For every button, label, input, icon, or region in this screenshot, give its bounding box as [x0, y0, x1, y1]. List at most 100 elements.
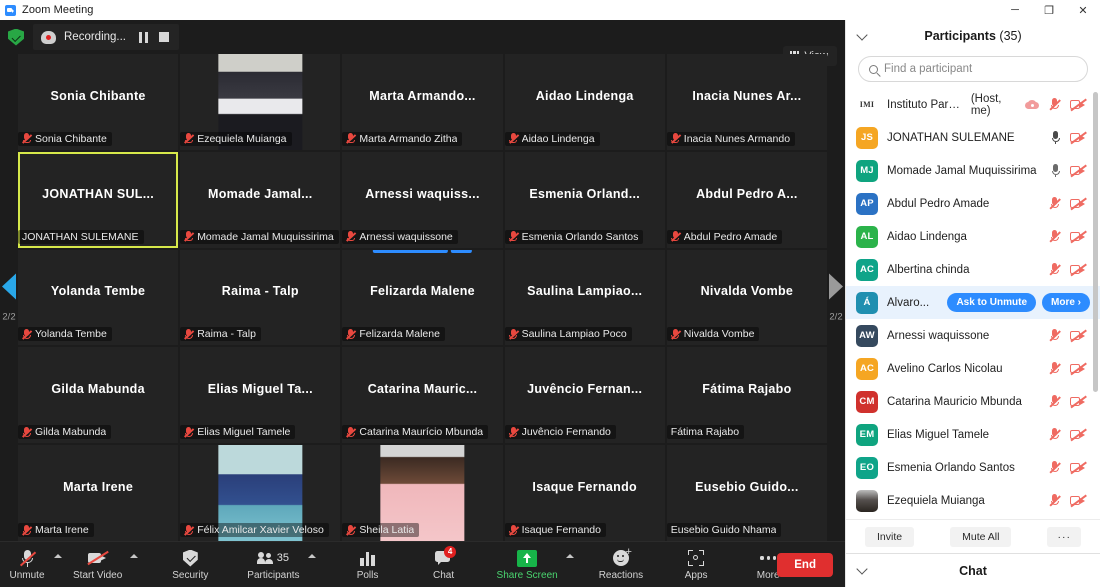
video-tile[interactable]: Sheila Latia [342, 445, 503, 541]
end-meeting-button[interactable]: End [777, 552, 833, 577]
chat-section-header[interactable]: Chat [846, 553, 1100, 587]
microphone-muted-icon[interactable] [1049, 494, 1061, 507]
polls-button[interactable]: Polls [341, 542, 395, 587]
ask-to-unmute-button[interactable]: Ask to Unmute [373, 249, 448, 253]
tile-footer: Saulina Lampiao Poco [504, 327, 632, 342]
participant-row[interactable]: MJ Momade Jamal Muquissirima [846, 154, 1100, 187]
video-tile[interactable]: Ask to Unmute··· Felizarda Malene Felizard… [342, 249, 503, 346]
participant-row[interactable]: CM Catarina Mauricio Mbunda [846, 385, 1100, 418]
microphone-muted-icon[interactable] [1049, 263, 1061, 276]
video-tile[interactable]: Marta Irene Marta Irene [18, 445, 179, 541]
camera-off-icon[interactable] [1070, 98, 1087, 111]
video-tile[interactable]: Raima - Talp Raima - Talp [180, 249, 341, 346]
window-title: Zoom Meeting [22, 4, 94, 16]
unmute-button[interactable]: Unmute [0, 542, 54, 587]
video-tile[interactable]: Yolanda Tembe Yolanda Tembe [18, 249, 179, 346]
camera-off-icon[interactable] [1070, 329, 1087, 342]
search-input[interactable]: Find a participant [858, 56, 1088, 82]
video-tile[interactable]: Nivalda Vombe Nivalda Vombe [666, 249, 827, 346]
microphone-muted-icon[interactable] [1049, 362, 1061, 375]
participant-row[interactable]: AC Avelino Carlos Nicolau [846, 352, 1100, 385]
video-tile[interactable]: Abdul Pedro A... Abdul Pedro Amade [666, 151, 827, 248]
video-tile[interactable]: JONATHAN SUL... JONATHAN SULEMANE [18, 151, 179, 248]
minimize-button[interactable]: ─ [998, 0, 1032, 20]
close-button[interactable]: ✕ [1066, 0, 1100, 20]
microphone-on-icon[interactable] [1051, 131, 1060, 144]
video-tile[interactable]: Marta Armando... Marta Armando Zitha [342, 54, 503, 150]
video-tile[interactable]: Isaque Fernando Isaque Fernando [504, 445, 665, 541]
video-tile[interactable]: Catarina Mauric... Catarina Maurício Mbun… [342, 347, 503, 444]
camera-off-icon[interactable] [1070, 131, 1087, 144]
gallery-next-page[interactable]: 2/2 [827, 273, 845, 322]
participant-row[interactable]: AL Aidao Lindenga [846, 220, 1100, 253]
participants-more-button[interactable]: ··· [1047, 526, 1081, 547]
tile-more-button[interactable]: ··· [450, 249, 472, 253]
video-tile[interactable]: Saulina Lampiao... Saulina Lampiao Poco [504, 249, 665, 346]
ask-to-unmute-button[interactable]: Ask to Unmute [947, 293, 1036, 312]
video-tile[interactable]: Aidao Lindenga Aidao Lindenga [504, 54, 665, 150]
camera-off-icon[interactable] [1070, 230, 1087, 243]
participants-button[interactable]: 35 Participants [239, 542, 307, 587]
share-options-caret[interactable] [565, 542, 577, 587]
video-tile[interactable]: Momade Jamal... Momade Jamal Muquissirima [180, 151, 341, 248]
participant-row[interactable]: EM Elias Miguel Tamele [846, 418, 1100, 451]
camera-off-icon[interactable] [1070, 494, 1087, 507]
participant-row[interactable]: JS JONATHAN SULEMANE [846, 121, 1100, 154]
invite-button[interactable]: Invite [865, 526, 915, 547]
maximize-button[interactable]: ❐ [1032, 0, 1066, 20]
participant-row[interactable]: EO Esmenia Orlando Santos [846, 451, 1100, 484]
camera-off-icon[interactable] [1070, 164, 1087, 177]
participant-list-scrollbar[interactable] [1093, 92, 1098, 392]
stop-icon[interactable] [159, 32, 170, 42]
participants-options-caret[interactable] [307, 542, 319, 587]
participant-row[interactable]: AP Abdul Pedro Amade [846, 187, 1100, 220]
participant-row[interactable]: AC Albertina chinda [846, 253, 1100, 286]
start-video-button[interactable]: Start Video [65, 542, 130, 587]
video-tile[interactable]: Juvêncio Fernan... Juvêncio Fernando [504, 347, 665, 444]
camera-off-icon[interactable] [1070, 362, 1087, 375]
security-button[interactable]: Security [163, 542, 217, 587]
participant-list[interactable]: IMI Instituto Para D... (Host, me) JS JONATH… [846, 88, 1100, 519]
pause-icon[interactable] [139, 31, 148, 43]
microphone-muted-icon[interactable] [1049, 230, 1061, 243]
chat-button[interactable]: 4 Chat [417, 542, 471, 587]
microphone-muted-icon[interactable] [1049, 329, 1061, 342]
video-tile[interactable]: Gilda Mabunda Gilda Mabunda [18, 347, 179, 444]
video-tile[interactable]: Arnessi waquiss... Arnessi waquissone [342, 151, 503, 248]
camera-off-icon[interactable] [1070, 197, 1087, 210]
participant-row[interactable]: IMI Instituto Para D... (Host, me) [846, 88, 1100, 121]
participant-row[interactable]: Ezequiela Muianga [846, 484, 1100, 517]
video-tile[interactable]: Fátima Rajabo Fátima Rajabo [666, 347, 827, 444]
tile-footer: Inacia Nunes Armando [666, 131, 796, 146]
microphone-muted-icon[interactable] [1049, 197, 1061, 210]
video-tile[interactable]: Inacia Nunes Ar... Inacia Nunes Armando [666, 54, 827, 150]
camera-off-icon[interactable] [1070, 263, 1087, 276]
camera-off-icon[interactable] [1070, 395, 1087, 408]
participant-host-tag: (Host, me) [970, 92, 1002, 117]
video-tile[interactable]: Félix Amilcar Xavier Veloso [180, 445, 341, 541]
share-screen-button[interactable]: Share Screen [489, 542, 566, 587]
audio-options-caret[interactable] [54, 542, 65, 587]
microphone-muted-icon[interactable] [1049, 428, 1061, 441]
microphone-muted-icon [508, 524, 519, 536]
microphone-muted-icon[interactable] [1049, 395, 1061, 408]
gallery-prev-page[interactable]: 2/2 [0, 273, 18, 322]
apps-button[interactable]: Apps [669, 542, 723, 587]
microphone-muted-icon [184, 524, 195, 536]
camera-off-icon[interactable] [1070, 461, 1087, 474]
microphone-muted-icon[interactable] [1049, 98, 1061, 111]
video-tile[interactable]: Sonia Chibante Sonia Chibante [18, 54, 179, 150]
microphone-on-icon[interactable] [1051, 164, 1060, 177]
microphone-muted-icon[interactable] [1049, 461, 1061, 474]
video-tile[interactable]: Esmenia Orland... Esmenia Orlando Santos [504, 151, 665, 248]
video-tile[interactable]: Elias Miguel Ta... Elias Miguel Tamele [180, 347, 341, 444]
video-tile[interactable]: Eusebio Guido... Eusebio Guido Nhama [666, 445, 827, 541]
participant-row[interactable]: Á Álvaro... Ask to Unmute More › [846, 286, 1100, 319]
mute-all-button[interactable]: Mute All [950, 526, 1012, 547]
video-tile[interactable]: Ezequiela Muianga [180, 54, 341, 150]
camera-off-icon[interactable] [1070, 428, 1087, 441]
video-options-caret[interactable] [130, 542, 141, 587]
participant-more-button[interactable]: More › [1042, 293, 1090, 312]
participant-row[interactable]: AW Arnessi waquissone [846, 319, 1100, 352]
reactions-button[interactable]: + Reactions [591, 542, 651, 587]
